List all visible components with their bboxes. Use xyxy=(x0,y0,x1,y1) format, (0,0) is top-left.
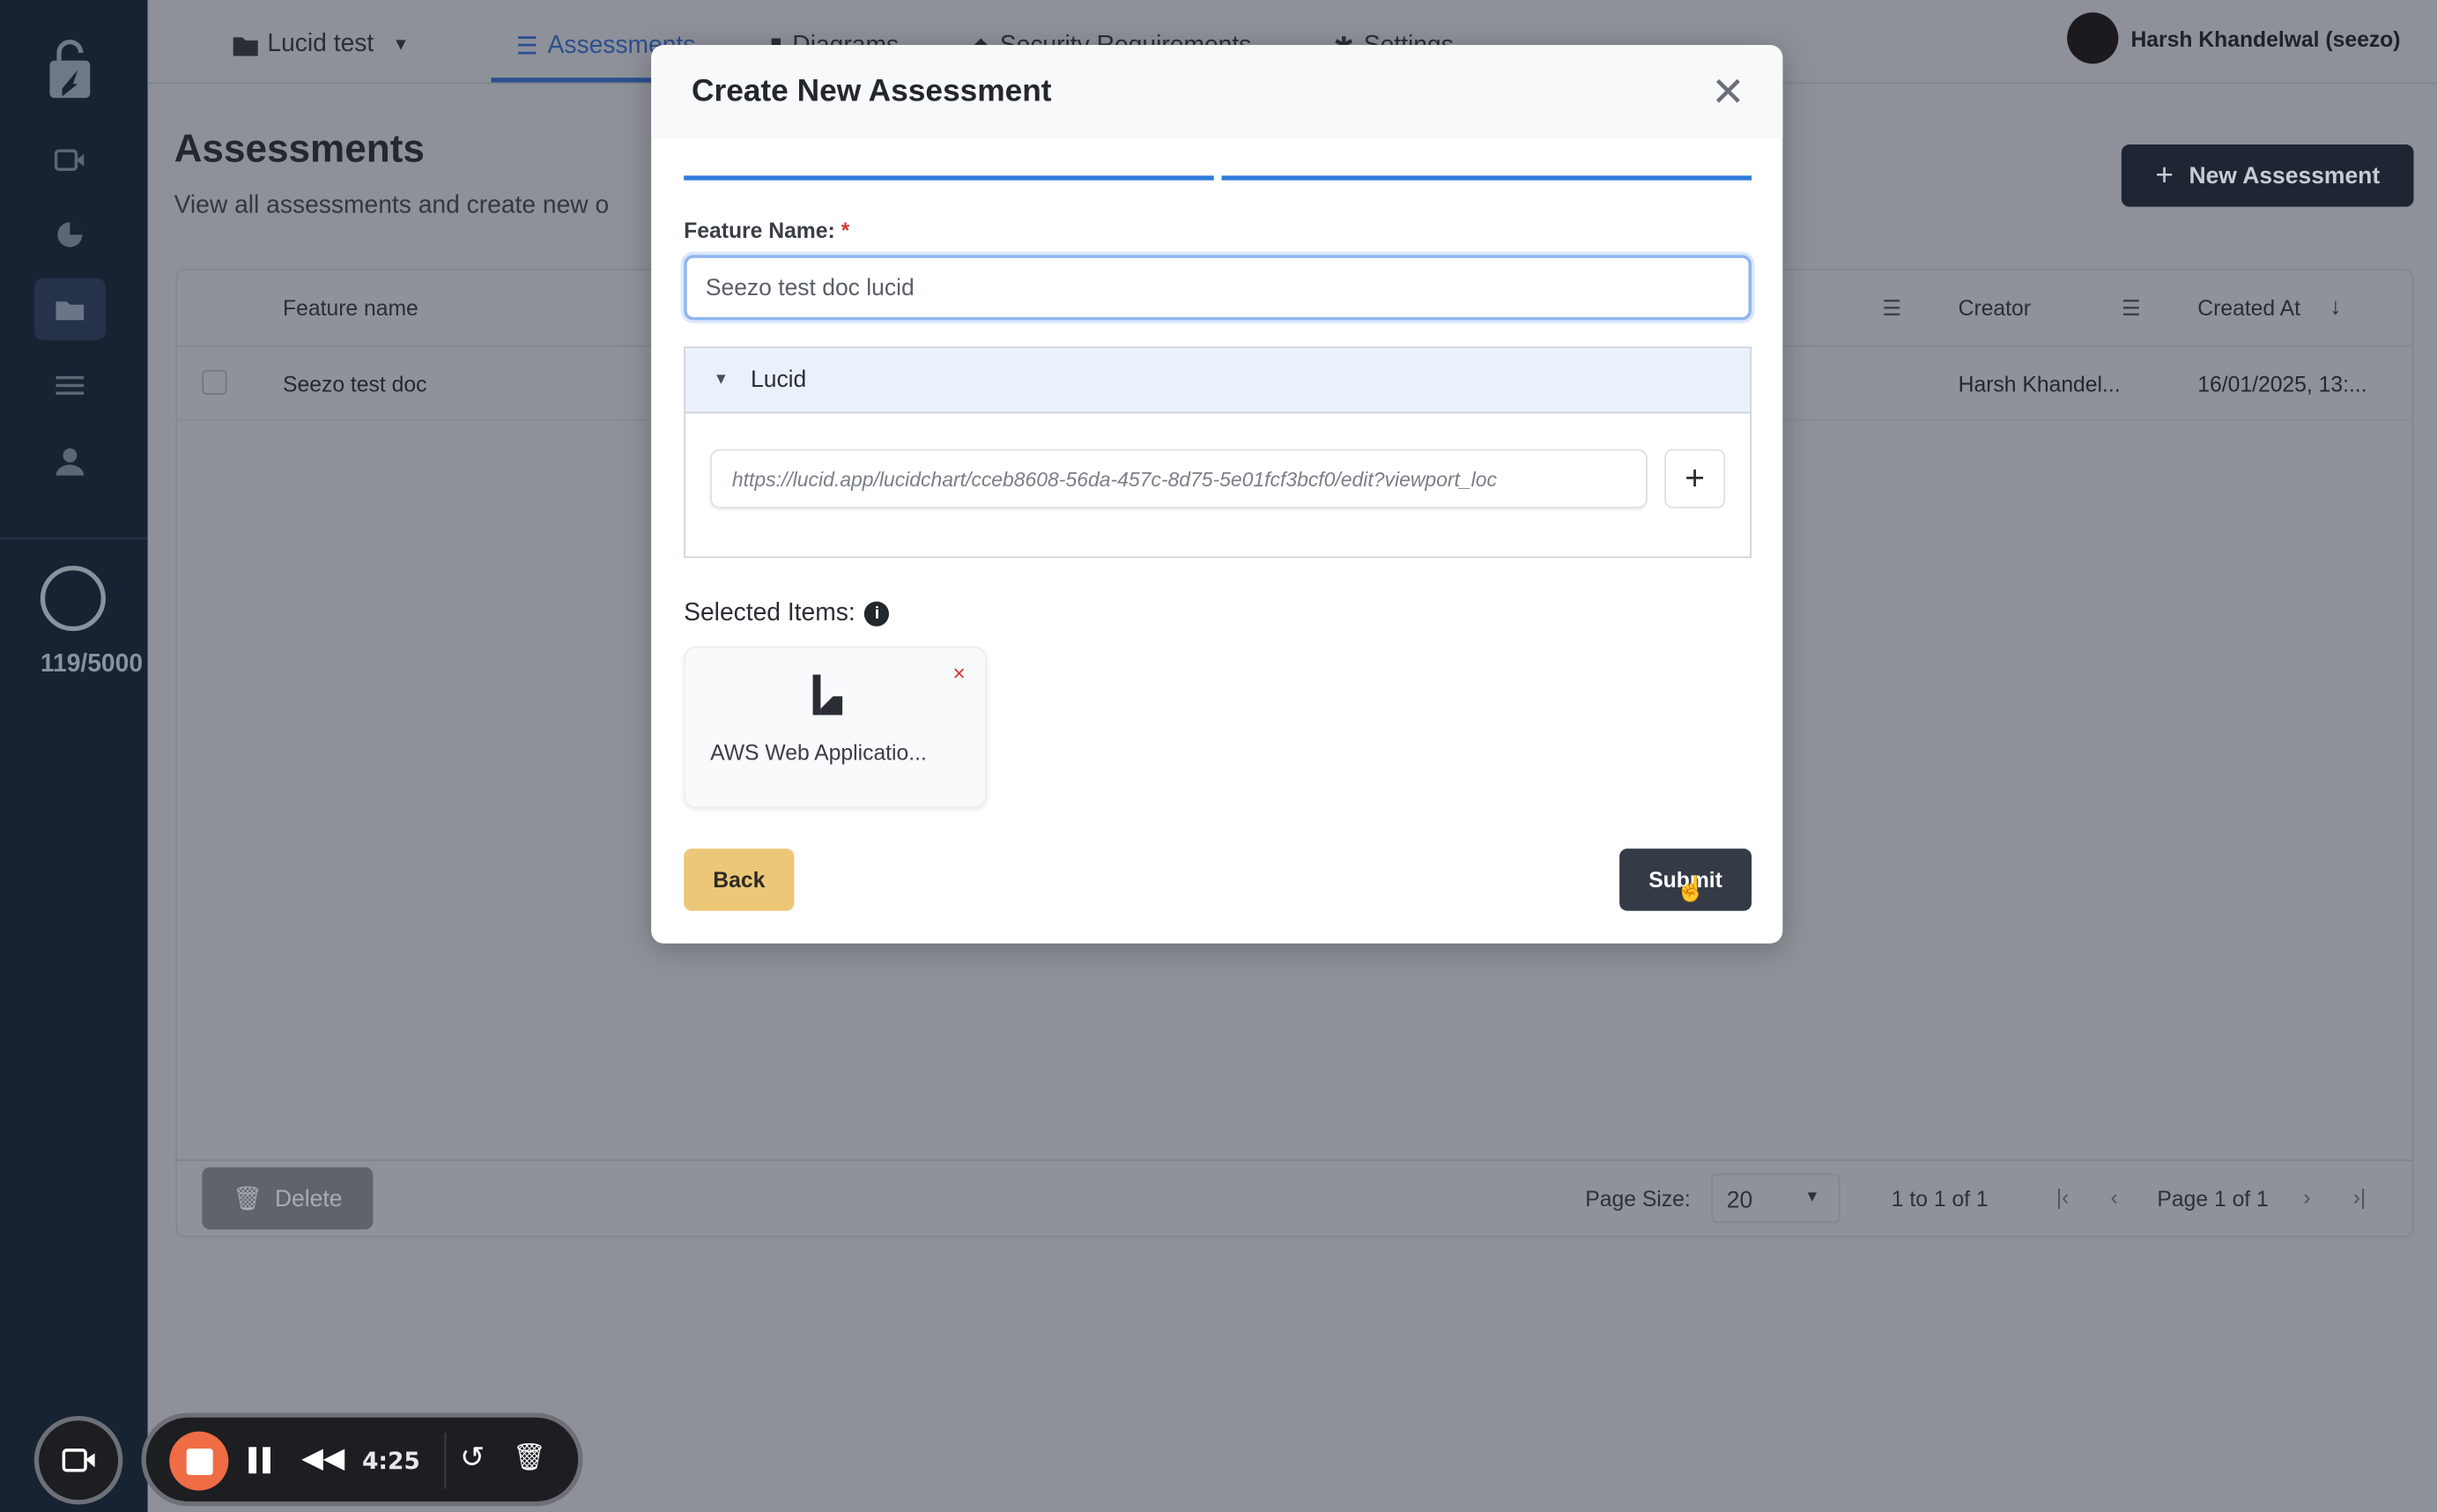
recording-time: 4:25 xyxy=(362,1447,420,1476)
lucid-url-input[interactable]: https://lucid.app/lucidchart/cceb8608-56… xyxy=(710,448,1648,508)
folder-icon xyxy=(233,36,258,56)
last-page-icon[interactable]: ›| xyxy=(2353,1184,2367,1209)
divider xyxy=(0,537,148,540)
caret-down-icon[interactable]: ▼ xyxy=(714,372,729,389)
divider xyxy=(444,1433,447,1489)
page-size-select[interactable]: 20 ▼ xyxy=(1711,1173,1841,1224)
footer-divider xyxy=(175,1159,2414,1161)
usage-counter: 119/5000 xyxy=(40,651,144,678)
user-icon[interactable] xyxy=(34,431,106,493)
page-indicator: Page 1 of 1 xyxy=(2157,1185,2269,1212)
page-size-label: Page Size: xyxy=(1585,1185,1691,1212)
pause-button[interactable] xyxy=(248,1447,270,1474)
selected-item-name: AWS Web Applicatio... xyxy=(710,739,927,765)
cell-creator: Harsh Khandel... xyxy=(1958,371,2121,397)
label-text: Feature Name: xyxy=(684,217,835,243)
info-icon[interactable]: i xyxy=(864,601,890,626)
project-selector[interactable]: Lucid test ▼ xyxy=(233,31,410,59)
button-label: New Assessment xyxy=(2189,162,2381,189)
feature-name-input[interactable]: Seezo test doc lucid xyxy=(684,255,1752,321)
cell-feature-name[interactable]: Seezo test doc xyxy=(283,372,426,397)
cell-created-at: 16/01/2025, 13:... xyxy=(2197,371,2367,397)
required-marker: * xyxy=(841,217,850,243)
add-url-button[interactable]: + xyxy=(1664,448,1726,508)
modal-title: Create New Assessment xyxy=(691,74,1052,109)
project-name: Lucid test xyxy=(267,31,374,58)
column-header-feature-name[interactable]: Feature name xyxy=(283,295,419,320)
row-checkbox[interactable] xyxy=(202,369,227,396)
sliders-icon[interactable] xyxy=(34,354,106,417)
user-name[interactable]: Harsh Khandelwal (seezo) xyxy=(2130,26,2400,51)
accordion-header[interactable] xyxy=(685,348,1751,414)
restart-icon[interactable]: ↺ xyxy=(460,1441,485,1477)
trash-icon[interactable]: 🗑 xyxy=(513,1442,546,1473)
plus-icon: + xyxy=(2155,158,2174,192)
new-assessment-button[interactable]: + New Assessment xyxy=(2121,145,2414,207)
page-subtitle: View all assessments and create new o xyxy=(174,192,610,219)
sort-desc-icon[interactable]: ↓ xyxy=(2330,293,2341,320)
prev-page-icon[interactable]: ‹ xyxy=(2111,1184,2118,1209)
video-camera-icon xyxy=(61,1449,94,1472)
chevron-down-icon: ▼ xyxy=(392,35,410,55)
usage-ring xyxy=(40,566,106,632)
filter-icon[interactable]: ☰ xyxy=(1882,295,1901,322)
chart-pie-icon[interactable] xyxy=(34,204,106,266)
avatar[interactable] xyxy=(2067,12,2119,64)
camera-toggle-button[interactable] xyxy=(33,1416,123,1505)
column-header-created-at[interactable]: Created At xyxy=(2197,295,2300,320)
folder-icon[interactable] xyxy=(33,278,106,341)
sidebar: 119/5000 xyxy=(0,0,148,1512)
list-icon: ☰ xyxy=(515,33,538,61)
logo-lock-icon xyxy=(34,39,106,101)
back-button[interactable]: Back xyxy=(684,849,795,911)
video-icon[interactable] xyxy=(34,129,106,191)
chevron-down-icon: ▼ xyxy=(1804,1189,1820,1206)
stop-icon xyxy=(185,1448,212,1475)
close-icon[interactable]: ✕ xyxy=(1711,69,1744,115)
trash-icon: 🗑 xyxy=(233,1185,263,1212)
remove-item-icon[interactable]: × xyxy=(952,661,965,686)
lucid-logo-icon xyxy=(812,674,843,715)
select-value: 20 xyxy=(1726,1187,1753,1214)
stop-button[interactable] xyxy=(169,1431,229,1491)
first-page-icon[interactable]: |‹ xyxy=(2056,1184,2070,1209)
filter-icon[interactable]: ☰ xyxy=(2122,295,2141,322)
cursor-hand-icon: ☝ xyxy=(1675,876,1707,903)
active-tab-indicator xyxy=(491,78,663,83)
page-title: Assessments xyxy=(174,127,425,172)
progress-step-2 xyxy=(1221,175,1752,181)
accordion-title[interactable]: Lucid xyxy=(751,367,806,393)
delete-button[interactable]: 🗑 Delete xyxy=(202,1167,374,1230)
feature-name-label: Feature Name: * xyxy=(684,218,849,242)
progress-step-1 xyxy=(684,175,1214,181)
column-header-creator[interactable]: Creator xyxy=(1959,295,2031,320)
button-label: Delete xyxy=(274,1185,343,1212)
row-range: 1 to 1 of 1 xyxy=(1891,1185,1989,1212)
plus-icon: + xyxy=(1685,458,1705,498)
label-text: Selected Items: xyxy=(684,599,856,626)
next-page-icon[interactable]: › xyxy=(2303,1184,2310,1209)
rewind-button[interactable]: ◀◀ xyxy=(301,1442,344,1475)
selected-items-label: Selected Items: i xyxy=(684,599,890,628)
